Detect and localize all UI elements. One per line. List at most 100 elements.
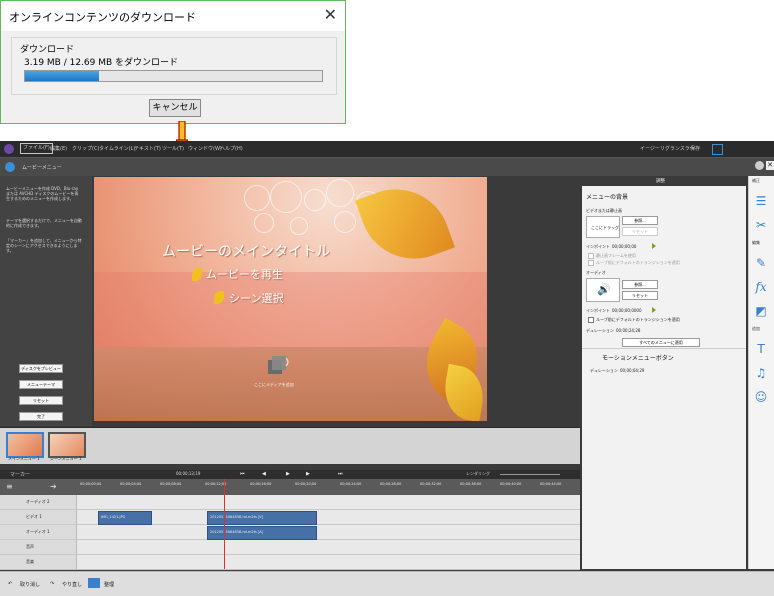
menu-edit[interactable]: 編集(E) [50,145,67,152]
add-track-icon[interactable]: ➜ [50,482,62,492]
redo-button[interactable]: やり直し [62,581,82,588]
download-panel: ダウンロード 3.19 MB / 12.69 MB をダウンロード [11,37,337,95]
motion-duration-value[interactable]: 00;00;04;29 [620,368,644,373]
duration-value[interactable]: 00;00;24;28 [616,328,640,333]
playhead[interactable] [224,479,225,569]
fullscreen-icon[interactable] [712,144,723,155]
track-voice[interactable]: 音声 [0,540,580,555]
preview-disc-button[interactable]: ディスクをプレビュー [19,364,63,373]
decor-circle [304,189,326,211]
status-bar: ↶ 取り消し ↷ やり直し 整理 [0,571,774,596]
undo-button[interactable]: 取り消し [20,581,40,588]
video-transition-checkbox[interactable] [588,260,594,266]
cancel-button[interactable]: キャンセル [149,99,201,117]
reset-button[interactable]: リセット [19,396,63,405]
properties-header-label: 調整 [656,179,665,184]
play-audio-icon[interactable] [652,307,656,313]
instruction-text-2: テーマを選択するだけで、メニューを自動的に作成できます。 [6,218,82,228]
audio-in-point-value[interactable]: 00;00;00;0000 [612,308,642,313]
redo-icon[interactable]: ↷ [50,581,54,587]
ruler-tick: 00;00;20;00 [295,482,317,486]
background-drop-zone[interactable]: ここにドラッグ [586,216,620,238]
motion-menu-button-section[interactable]: モーションメニューボタン [602,353,674,362]
track-settings-icon[interactable]: ≡ [6,482,16,492]
still-frame-checkbox[interactable] [588,253,594,259]
done-button[interactable]: 完了 [19,412,63,421]
motion-duration-label: デュレーション [590,368,618,373]
track-header: 音声 [0,540,77,554]
speaker-icon: 🔊 [597,283,611,296]
menu-file[interactable]: ファイル(F) [20,143,53,154]
transition-icon[interactable]: ◩ [754,304,768,318]
menu-window[interactable]: ウィンドウ(W) [188,145,222,152]
browse-video-button[interactable]: 参照... [622,216,658,225]
download-section-label: ダウンロード [20,45,75,55]
timeline-ruler[interactable]: ≡ ➜ 00;00;00;00 00;00;04;00 00;00;08;00 … [0,479,580,495]
media-drop-icon[interactable] [264,352,292,378]
thumbnail-scene-menu[interactable] [48,432,86,458]
goto-end-icon[interactable]: ⏭ [338,471,343,477]
organize-button[interactable]: 整理 [104,581,114,588]
graphics-icon[interactable]: ☺ [754,390,768,404]
play-icon[interactable]: ▶ [286,471,290,477]
clip-image[interactable]: IMG_1421.JPG [98,511,152,525]
track-name: ビデオ 1 [26,514,42,519]
music-icon[interactable]: ♫ [754,366,768,380]
marker-dropdown[interactable]: マーカー [10,471,30,478]
menu-theme-button[interactable]: メニューテーマ [19,380,63,389]
timeline-tracks: オーディオ 2 ビデオ 1 IMG_1421.JPG 2012051508483… [0,495,580,570]
menu-timeline[interactable]: タイムライン(L) [99,145,135,152]
menu-clip[interactable]: クリップ(C) [72,145,99,152]
menu-scene-select[interactable]: シーン選択 [229,290,283,306]
reset-video-button[interactable]: リセット [622,227,658,236]
play-in-point-icon[interactable] [652,243,656,249]
dialog-close-button[interactable]: ✕ [324,5,337,24]
in-point-label: インポイント [586,244,610,249]
audio-transition-checkbox[interactable] [588,317,594,323]
apply-all-menus-button[interactable]: すべてのメニューに適用 [622,338,700,347]
fx-icon[interactable]: fx [754,280,768,294]
thumbnail-main-menu[interactable] [6,432,44,458]
reset-audio-button[interactable]: リセット [622,291,658,300]
menu-background-section[interactable]: メニューの背景 [586,192,628,201]
goto-start-icon[interactable]: ⏮ [240,471,245,477]
clip-label: 20120515084838-hd.m2ts [A] [210,530,264,534]
track-audio-2[interactable]: オーディオ 2 [0,495,580,510]
render-label: レンダリング [466,471,490,476]
step-back-icon[interactable]: ◀ [262,471,266,477]
undo-icon[interactable]: ↶ [8,581,12,587]
adjust-icon[interactable]: ☰ [754,194,768,208]
track-video-1[interactable]: ビデオ 1 IMG_1421.JPG 20120515084838-hd.m2t… [0,510,580,525]
organize-icon[interactable] [88,578,100,588]
menu-main-title[interactable]: ムービーのメインタイトル [162,241,330,261]
menu-tools[interactable]: ツール(T) [162,145,184,152]
video-or-still-label: ビデオまたは静止画 [586,208,622,213]
track-header: ビデオ 1 [0,510,77,524]
add-label: 追加 [752,326,760,331]
decor-circle [254,213,274,233]
menu-bar: ファイル(F) 編集(E) クリップ(C) タイムライン(L) テキスト(T) … [0,141,774,157]
panel-close-button[interactable]: ✕ [766,161,774,170]
title-icon[interactable]: T [754,342,768,356]
tools-icon[interactable]: ✂ [754,218,768,232]
effects-icon[interactable]: ✎ [754,256,768,270]
menu-save[interactable]: 保存 [690,145,700,152]
menu-play-movie[interactable]: ムービーを再生 [206,266,283,282]
track-header: 音楽 [0,555,77,569]
browse-audio-button[interactable]: 参照... [622,280,658,289]
zoom-slider[interactable] [500,474,560,475]
track-music[interactable]: 音楽 [0,555,580,570]
download-dialog: オンラインコンテンツのダウンロード ✕ ダウンロード 3.19 MB / 12.… [0,0,346,124]
decor-circle [244,185,270,211]
menu-preview[interactable]: ムービーのメインタイトル ムービーを再生 シーン選択 ここにメディアを追加 [94,177,487,421]
menu-text[interactable]: テキスト(T) [134,145,161,152]
in-point-value[interactable]: 00;00;00;00 [612,244,636,249]
help-icon[interactable] [755,161,764,170]
audio-drop-zone[interactable]: 🔊 [586,278,620,302]
dialog-title: オンラインコンテンツのダウンロード [9,11,196,24]
step-forward-icon[interactable]: ▶ [306,471,310,477]
tool-strip: 補正 ☰ ✂ 編集 ✎ fx ◩ 追加 T ♫ ☺ [748,176,774,569]
menu-easy-mode[interactable]: イージーリグランスラー [640,145,695,152]
track-audio-1[interactable]: オーディオ 1 20120515084838-hd.m2ts [A] [0,525,580,540]
menu-help[interactable]: ヘルプ(H) [220,145,243,152]
